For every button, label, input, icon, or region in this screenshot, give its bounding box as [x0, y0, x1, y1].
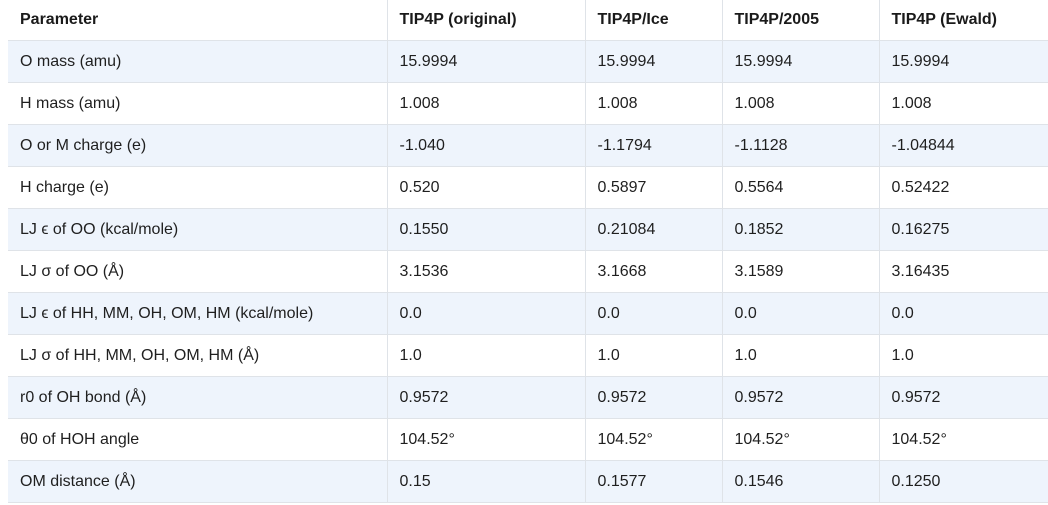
column-header-tip4p-ewald: TIP4P (Ewald): [879, 0, 1048, 41]
table-row: H mass (amu) 1.008 1.008 1.008 1.008: [8, 82, 1048, 125]
table-row: O or M charge (e) -1.040 -1.1794 -1.1128…: [8, 124, 1048, 167]
param-cell: r0 of OH bond (Å): [8, 376, 388, 419]
column-header-tip4p-ice: TIP4P/Ice: [585, 0, 723, 41]
table-row: LJ ϵ of HH, MM, OH, OM, HM (kcal/mole) 0…: [8, 292, 1048, 335]
value-cell: 15.9994: [722, 40, 880, 83]
value-cell: 0.1546: [722, 460, 880, 503]
param-cell: LJ σ of OO (Å): [8, 250, 388, 293]
column-header-tip4p-2005: TIP4P/2005: [722, 0, 880, 41]
value-cell: 1.0: [585, 334, 723, 377]
column-header-tip4p-original: TIP4P (original): [387, 0, 586, 41]
value-cell: 1.0: [879, 334, 1048, 377]
value-cell: 15.9994: [585, 40, 723, 83]
value-cell: 1.0: [387, 334, 586, 377]
value-cell: 0.52422: [879, 166, 1048, 209]
value-cell: 1.008: [722, 82, 880, 125]
param-cell: LJ σ of HH, MM, OH, OM, HM (Å): [8, 334, 388, 377]
table-row: O mass (amu) 15.9994 15.9994 15.9994 15.…: [8, 40, 1048, 83]
value-cell: 0.9572: [722, 376, 880, 419]
value-cell: 104.52°: [879, 418, 1048, 461]
value-cell: 104.52°: [585, 418, 723, 461]
value-cell: -1.1128: [722, 124, 880, 167]
value-cell: 1.008: [585, 82, 723, 125]
value-cell: 0.9572: [585, 376, 723, 419]
value-cell: 1.008: [879, 82, 1048, 125]
value-cell: 1.008: [387, 82, 586, 125]
param-cell: O mass (amu): [8, 40, 388, 83]
value-cell: 0.0: [585, 292, 723, 335]
table-header-row: Parameter TIP4P (original) TIP4P/Ice TIP…: [8, 0, 1048, 41]
value-cell: -1.040: [387, 124, 586, 167]
table-row: LJ σ of HH, MM, OH, OM, HM (Å) 1.0 1.0 1…: [8, 334, 1048, 377]
value-cell: 0.520: [387, 166, 586, 209]
value-cell: 0.9572: [387, 376, 586, 419]
value-cell: 0.5897: [585, 166, 723, 209]
param-cell: LJ ϵ of OO (kcal/mole): [8, 208, 388, 251]
value-cell: -1.04844: [879, 124, 1048, 167]
value-cell: 104.52°: [387, 418, 586, 461]
table-row: LJ ϵ of OO (kcal/mole) 0.1550 0.21084 0.…: [8, 208, 1048, 251]
param-cell: H mass (amu): [8, 82, 388, 125]
value-cell: 0.15: [387, 460, 586, 503]
value-cell: 0.1852: [722, 208, 880, 251]
value-cell: 104.52°: [722, 418, 880, 461]
value-cell: 3.1668: [585, 250, 723, 293]
value-cell: 0.1250: [879, 460, 1048, 503]
column-header-parameter: Parameter: [8, 0, 388, 41]
parameter-table-container: Parameter TIP4P (original) TIP4P/Ice TIP…: [8, 0, 1048, 503]
value-cell: 0.0: [879, 292, 1048, 335]
value-cell: 3.1536: [387, 250, 586, 293]
value-cell: 3.1589: [722, 250, 880, 293]
param-cell: θ0 of HOH angle: [8, 418, 388, 461]
value-cell: 0.9572: [879, 376, 1048, 419]
value-cell: 0.1577: [585, 460, 723, 503]
value-cell: 0.0: [387, 292, 586, 335]
param-cell: O or M charge (e): [8, 124, 388, 167]
table-row: LJ σ of OO (Å) 3.1536 3.1668 3.1589 3.16…: [8, 250, 1048, 293]
table-row: H charge (e) 0.520 0.5897 0.5564 0.52422: [8, 166, 1048, 209]
table-row: θ0 of HOH angle 104.52° 104.52° 104.52° …: [8, 418, 1048, 461]
value-cell: 0.0: [722, 292, 880, 335]
param-cell: H charge (e): [8, 166, 388, 209]
value-cell: 0.5564: [722, 166, 880, 209]
table-row: r0 of OH bond (Å) 0.9572 0.9572 0.9572 0…: [8, 376, 1048, 419]
value-cell: -1.1794: [585, 124, 723, 167]
table-row: OM distance (Å) 0.15 0.1577 0.1546 0.125…: [8, 460, 1048, 503]
value-cell: 0.16275: [879, 208, 1048, 251]
value-cell: 1.0: [722, 334, 880, 377]
value-cell: 15.9994: [387, 40, 586, 83]
value-cell: 15.9994: [879, 40, 1048, 83]
tip4p-parameter-table: Parameter TIP4P (original) TIP4P/Ice TIP…: [8, 0, 1048, 503]
param-cell: OM distance (Å): [8, 460, 388, 503]
value-cell: 0.21084: [585, 208, 723, 251]
value-cell: 3.16435: [879, 250, 1048, 293]
value-cell: 0.1550: [387, 208, 586, 251]
param-cell: LJ ϵ of HH, MM, OH, OM, HM (kcal/mole): [8, 292, 388, 335]
